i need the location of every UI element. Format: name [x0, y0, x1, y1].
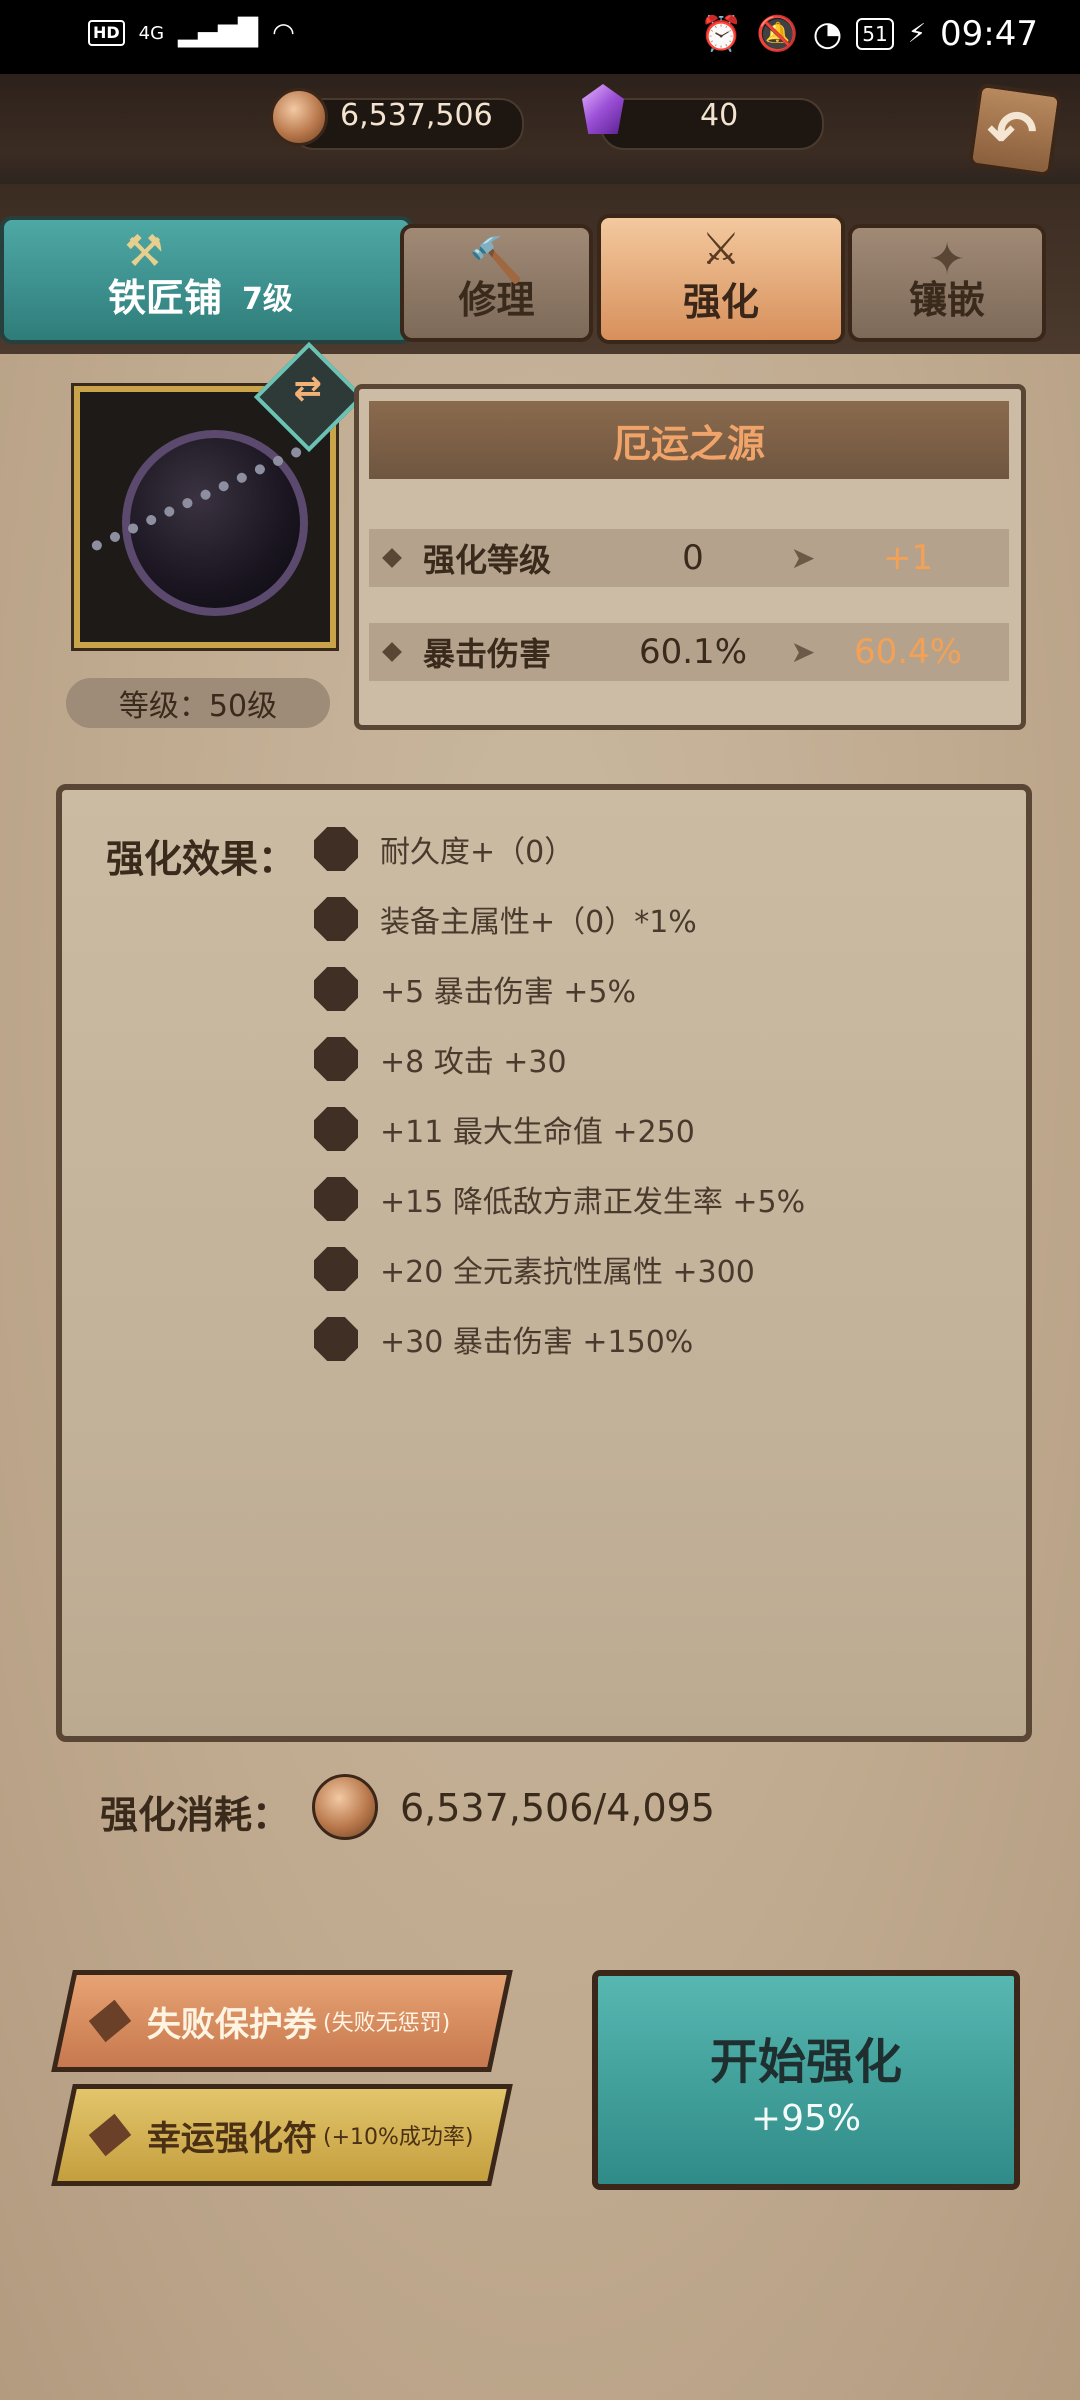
effects-title: 强化效果：	[106, 837, 297, 881]
start-label: 开始强化	[709, 2033, 902, 2090]
gem-inlay-icon: ✦	[928, 234, 966, 285]
stat-current: 60.1%	[638, 632, 747, 672]
item-level: 等级：50级	[118, 689, 278, 724]
octagon-bullet-icon	[314, 897, 358, 941]
gem-icon	[582, 84, 624, 134]
charging-icon: ⚡	[907, 19, 927, 49]
octagon-bullet-icon	[314, 967, 358, 1011]
stat-current: 0	[682, 538, 704, 578]
coin-icon	[270, 88, 328, 146]
tab-blacksmith[interactable]: ⚒ 铁匠铺 7级	[0, 216, 413, 344]
success-rate: +95%	[750, 2097, 862, 2139]
swap-icon: ⇄	[293, 368, 323, 409]
blacksmith-level: 7级	[242, 282, 293, 317]
tab-enhance[interactable]: ⚔ 强化	[597, 214, 845, 344]
effect-item: +30 暴击伤害 +150%	[314, 1314, 693, 1364]
item-name: 厄运之源	[612, 421, 765, 466]
effect-item: +15 降低敌方肃正发生率 +5%	[314, 1174, 805, 1224]
octagon-bullet-icon	[314, 827, 358, 871]
tab-enhance-label: 强化	[682, 280, 759, 324]
tab-bar: ⚒ 铁匠铺 7级 🔨 修理 ⚔ 强化 ✦ 镶嵌	[0, 184, 1080, 354]
lucky-label: 幸运强化符	[147, 2118, 317, 2159]
status-bar: HD 4G ▂▄▆█ ◠ ⏰ 🔕 ◔ 51 ⚡ 09:47	[0, 0, 1080, 74]
diamond-bullet-icon	[382, 548, 402, 568]
network-type: 4G	[138, 22, 165, 44]
clock: 09:47	[940, 14, 1038, 54]
tab-repair[interactable]: 🔨 修理	[400, 224, 593, 342]
hammer-icon: 🔨	[469, 235, 524, 286]
diamond-bullet-icon	[382, 642, 402, 662]
effect-item: 装备主属性+（0）*1%	[314, 894, 697, 944]
tab-inlay[interactable]: ✦ 镶嵌	[848, 224, 1046, 342]
cost-value: 6,537,506/4,095	[400, 1786, 715, 1830]
stat-next: 60.4%	[853, 632, 962, 672]
anvil-icon: ⚒	[124, 226, 164, 277]
effect-item: 耐久度+（0）	[314, 824, 574, 874]
alarm-icon: ⏰	[699, 14, 743, 54]
signal-icon: ▂▄▆█	[178, 18, 259, 48]
speed-icon: ◔	[812, 14, 843, 54]
gem-amount: 40	[700, 98, 739, 133]
coin-amount: 6,537,506	[340, 98, 493, 133]
battery-icon: 51	[856, 18, 894, 50]
effect-item: +11 最大生命值 +250	[314, 1104, 695, 1154]
sword-wings-icon: ⚔	[701, 224, 741, 275]
lucky-sub: (+10%成功率)	[323, 2125, 474, 2150]
octagon-bullet-icon	[314, 1107, 358, 1151]
stats-panel: 厄运之源 强化等级 0 ➤ +1 暴击伤害 60.1% ➤ 60.4%	[354, 384, 1026, 730]
stat-next: +1	[882, 538, 934, 578]
arrow-right-icon: ➤	[790, 634, 816, 670]
resource-bar: 6,537,506 40	[0, 74, 1080, 184]
effect-item: +20 全元素抗性属性 +300	[314, 1244, 755, 1294]
wifi-icon: ◠	[272, 18, 295, 48]
stat-row-enhance-level: 强化等级 0 ➤ +1	[369, 529, 1009, 587]
diamond-icon	[88, 2113, 132, 2157]
start-enhance-button[interactable]: 开始强化 +95%	[592, 1970, 1020, 2190]
stat-label: 强化等级	[423, 541, 552, 579]
hd-icon: HD	[88, 20, 125, 46]
effect-item: +5 暴击伤害 +5%	[314, 964, 636, 1014]
cost-label: 强化消耗：	[100, 1793, 291, 1837]
lucky-charm-button[interactable]: 幸运强化符 (+10%成功率)	[51, 2084, 513, 2186]
protect-label: 失败保护券	[147, 2004, 317, 2045]
mute-icon: 🔕	[756, 14, 799, 54]
effects-panel: 强化效果： 耐久度+（0） 装备主属性+（0）*1% +5 暴击伤害 +5% +…	[56, 784, 1032, 1742]
failure-protection-button[interactable]: 失败保护券 (失败无惩罚)	[51, 1970, 513, 2072]
effect-item: +8 攻击 +30	[314, 1034, 567, 1084]
stat-row-crit-damage: 暴击伤害 60.1% ➤ 60.4%	[369, 623, 1009, 681]
octagon-bullet-icon	[314, 1247, 358, 1291]
diamond-icon	[88, 1999, 132, 2043]
back-arrow-icon: ↶	[987, 98, 1038, 168]
octagon-bullet-icon	[314, 1317, 358, 1361]
stat-label: 暴击伤害	[423, 635, 552, 673]
octagon-bullet-icon	[314, 1037, 358, 1081]
arrow-right-icon: ➤	[790, 540, 816, 576]
item-name-bar: 厄运之源	[369, 401, 1009, 479]
octagon-bullet-icon	[314, 1177, 358, 1221]
coin-icon	[312, 1774, 378, 1840]
back-button[interactable]: ↶	[965, 80, 1065, 180]
item-level-plate: 等级：50级	[66, 678, 330, 728]
protect-sub: (失败无惩罚)	[323, 2011, 451, 2036]
